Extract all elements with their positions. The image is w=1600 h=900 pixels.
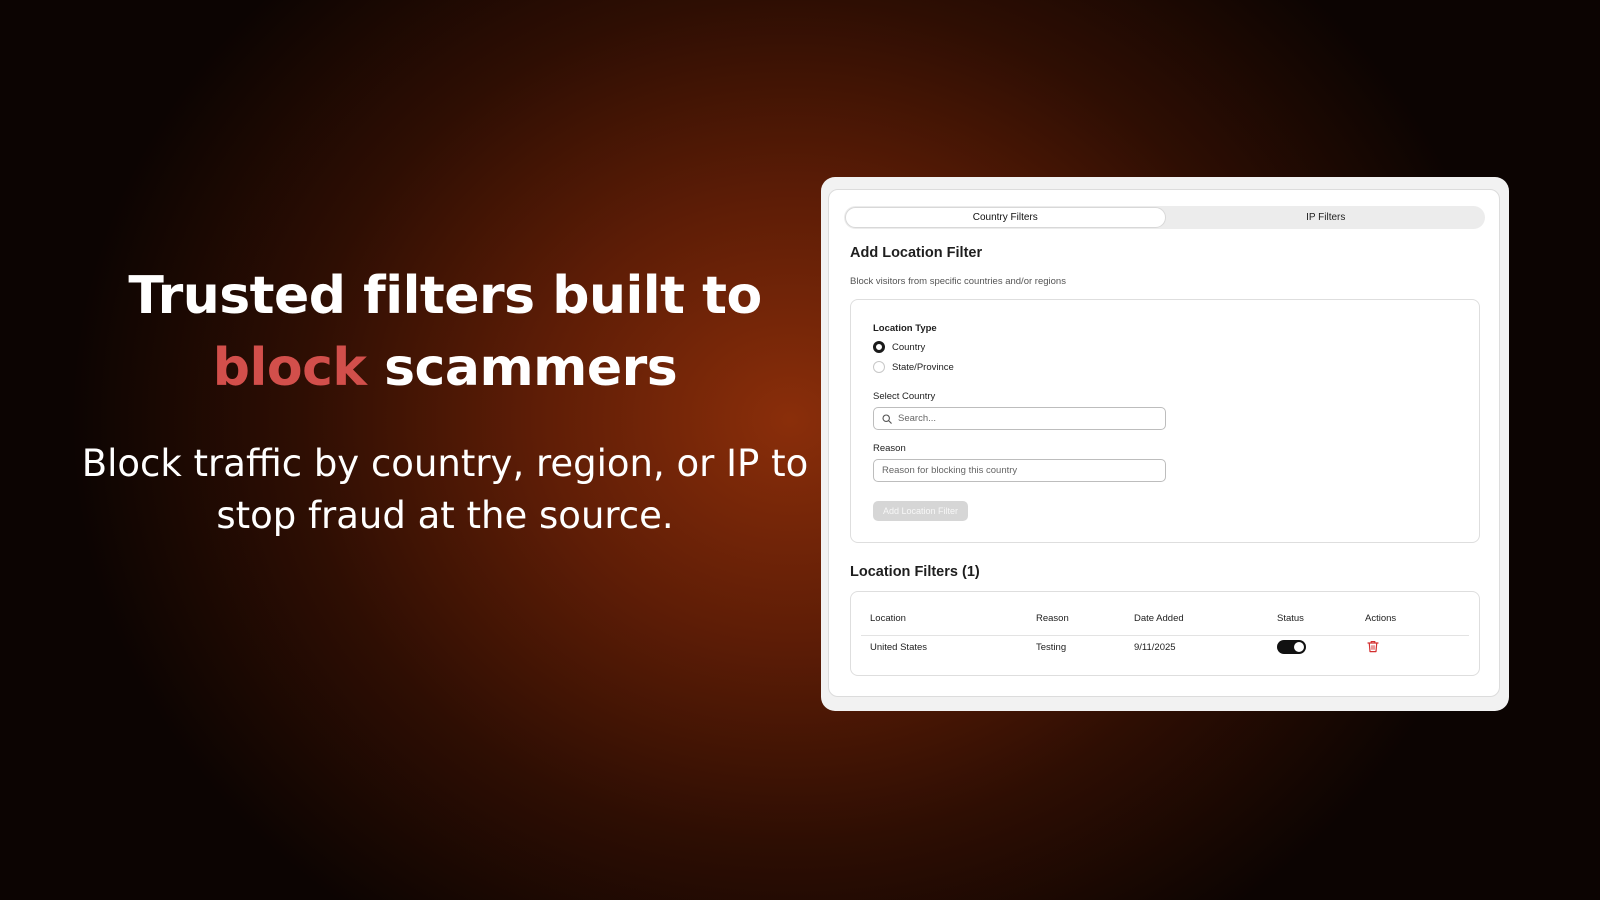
radio-state-province-label: State/Province (892, 361, 954, 373)
app-screenshot-frame: Country Filters IP Filters Add Location … (821, 177, 1509, 711)
status-toggle[interactable] (1277, 640, 1306, 654)
hero-subtitle-line2: stop fraud at the source. (216, 494, 674, 537)
radio-option-country[interactable]: Country (873, 341, 925, 353)
column-header-reason: Reason (1036, 613, 1069, 624)
search-placeholder: Search... (898, 413, 937, 424)
search-icon (882, 413, 892, 424)
location-filters-title: Location Filters (1) (850, 564, 980, 580)
add-filter-form: Location Type Country State/Province Sel… (850, 299, 1480, 543)
radio-option-state-province[interactable]: State/Province (873, 361, 954, 373)
status-toggle-knob (1294, 642, 1304, 652)
reason-label: Reason (873, 443, 906, 454)
reason-placeholder: Reason for blocking this country (882, 465, 1018, 476)
filter-tabs: Country Filters IP Filters (844, 206, 1485, 229)
add-filter-description: Block visitors from specific countries a… (850, 276, 1066, 287)
filters-panel: Country Filters IP Filters Add Location … (828, 189, 1500, 697)
hero: Trusted filters built to block scammers … (60, 260, 830, 542)
location-filters-table: Location Reason Date Added Status Action… (850, 591, 1480, 676)
cell-reason: Testing (1036, 642, 1067, 653)
radio-country-label: Country (892, 341, 926, 353)
table-divider (861, 635, 1469, 636)
reason-input[interactable]: Reason for blocking this country (873, 459, 1166, 482)
column-header-location: Location (870, 613, 906, 624)
country-search-input[interactable]: Search... (873, 407, 1166, 430)
trash-icon[interactable] (1367, 640, 1379, 653)
cell-date-added: 9/11/2025 (1134, 642, 1176, 653)
location-type-label: Location Type (873, 323, 937, 334)
add-filter-title: Add Location Filter (850, 245, 983, 261)
radio-country-selected[interactable] (873, 341, 885, 353)
tab-country-filters[interactable]: Country Filters (845, 207, 1166, 228)
hero-subtitle-line1: Block traffic by country, region, or IP … (81, 442, 809, 485)
cell-location: United States (870, 642, 928, 653)
add-location-filter-button[interactable]: Add Location Filter (873, 501, 968, 521)
radio-state-province[interactable] (873, 361, 885, 373)
hero-title-line1: Trusted filters built to (128, 266, 762, 326)
hero-title-rest: scammers (366, 338, 678, 398)
select-country-label: Select Country (873, 391, 936, 402)
column-header-actions: Actions (1365, 613, 1397, 624)
hero-title-accent: block (212, 338, 367, 398)
hero-subtitle: Block traffic by country, region, or IP … (60, 438, 830, 542)
tab-ip-filters[interactable]: IP Filters (1167, 206, 1486, 229)
column-header-status: Status (1277, 613, 1304, 624)
hero-title: Trusted filters built to block scammers (60, 260, 830, 404)
column-header-date-added: Date Added (1134, 613, 1184, 624)
